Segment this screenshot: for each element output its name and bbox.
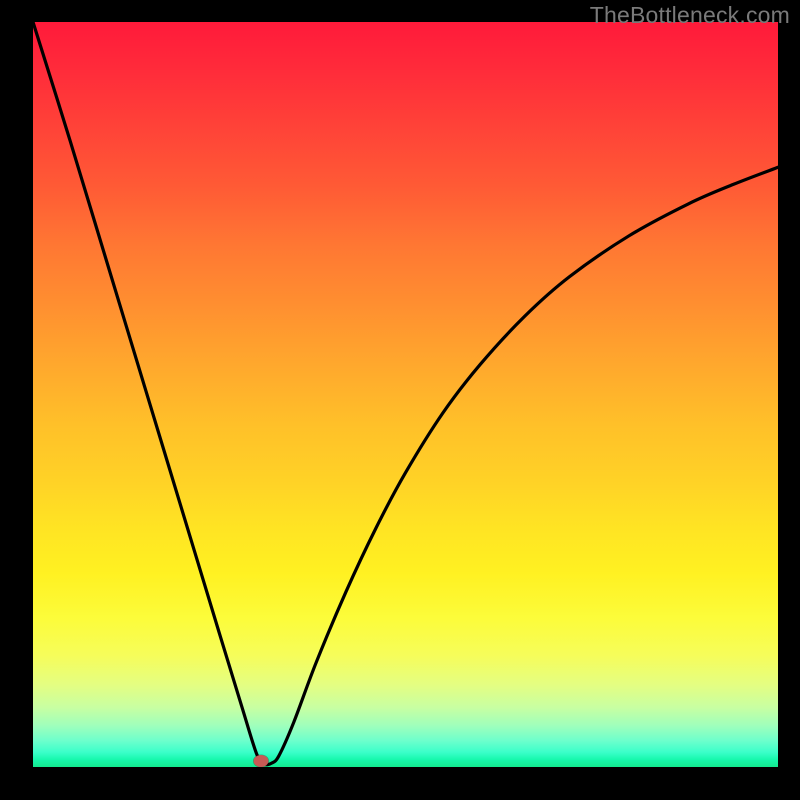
chart-frame: TheBottleneck.com (0, 0, 800, 800)
marker-dot (253, 755, 268, 767)
bottleneck-curve (33, 22, 778, 765)
watermark-text: TheBottleneck.com (590, 2, 790, 29)
plot-area (33, 22, 778, 767)
curve-svg (33, 22, 778, 767)
